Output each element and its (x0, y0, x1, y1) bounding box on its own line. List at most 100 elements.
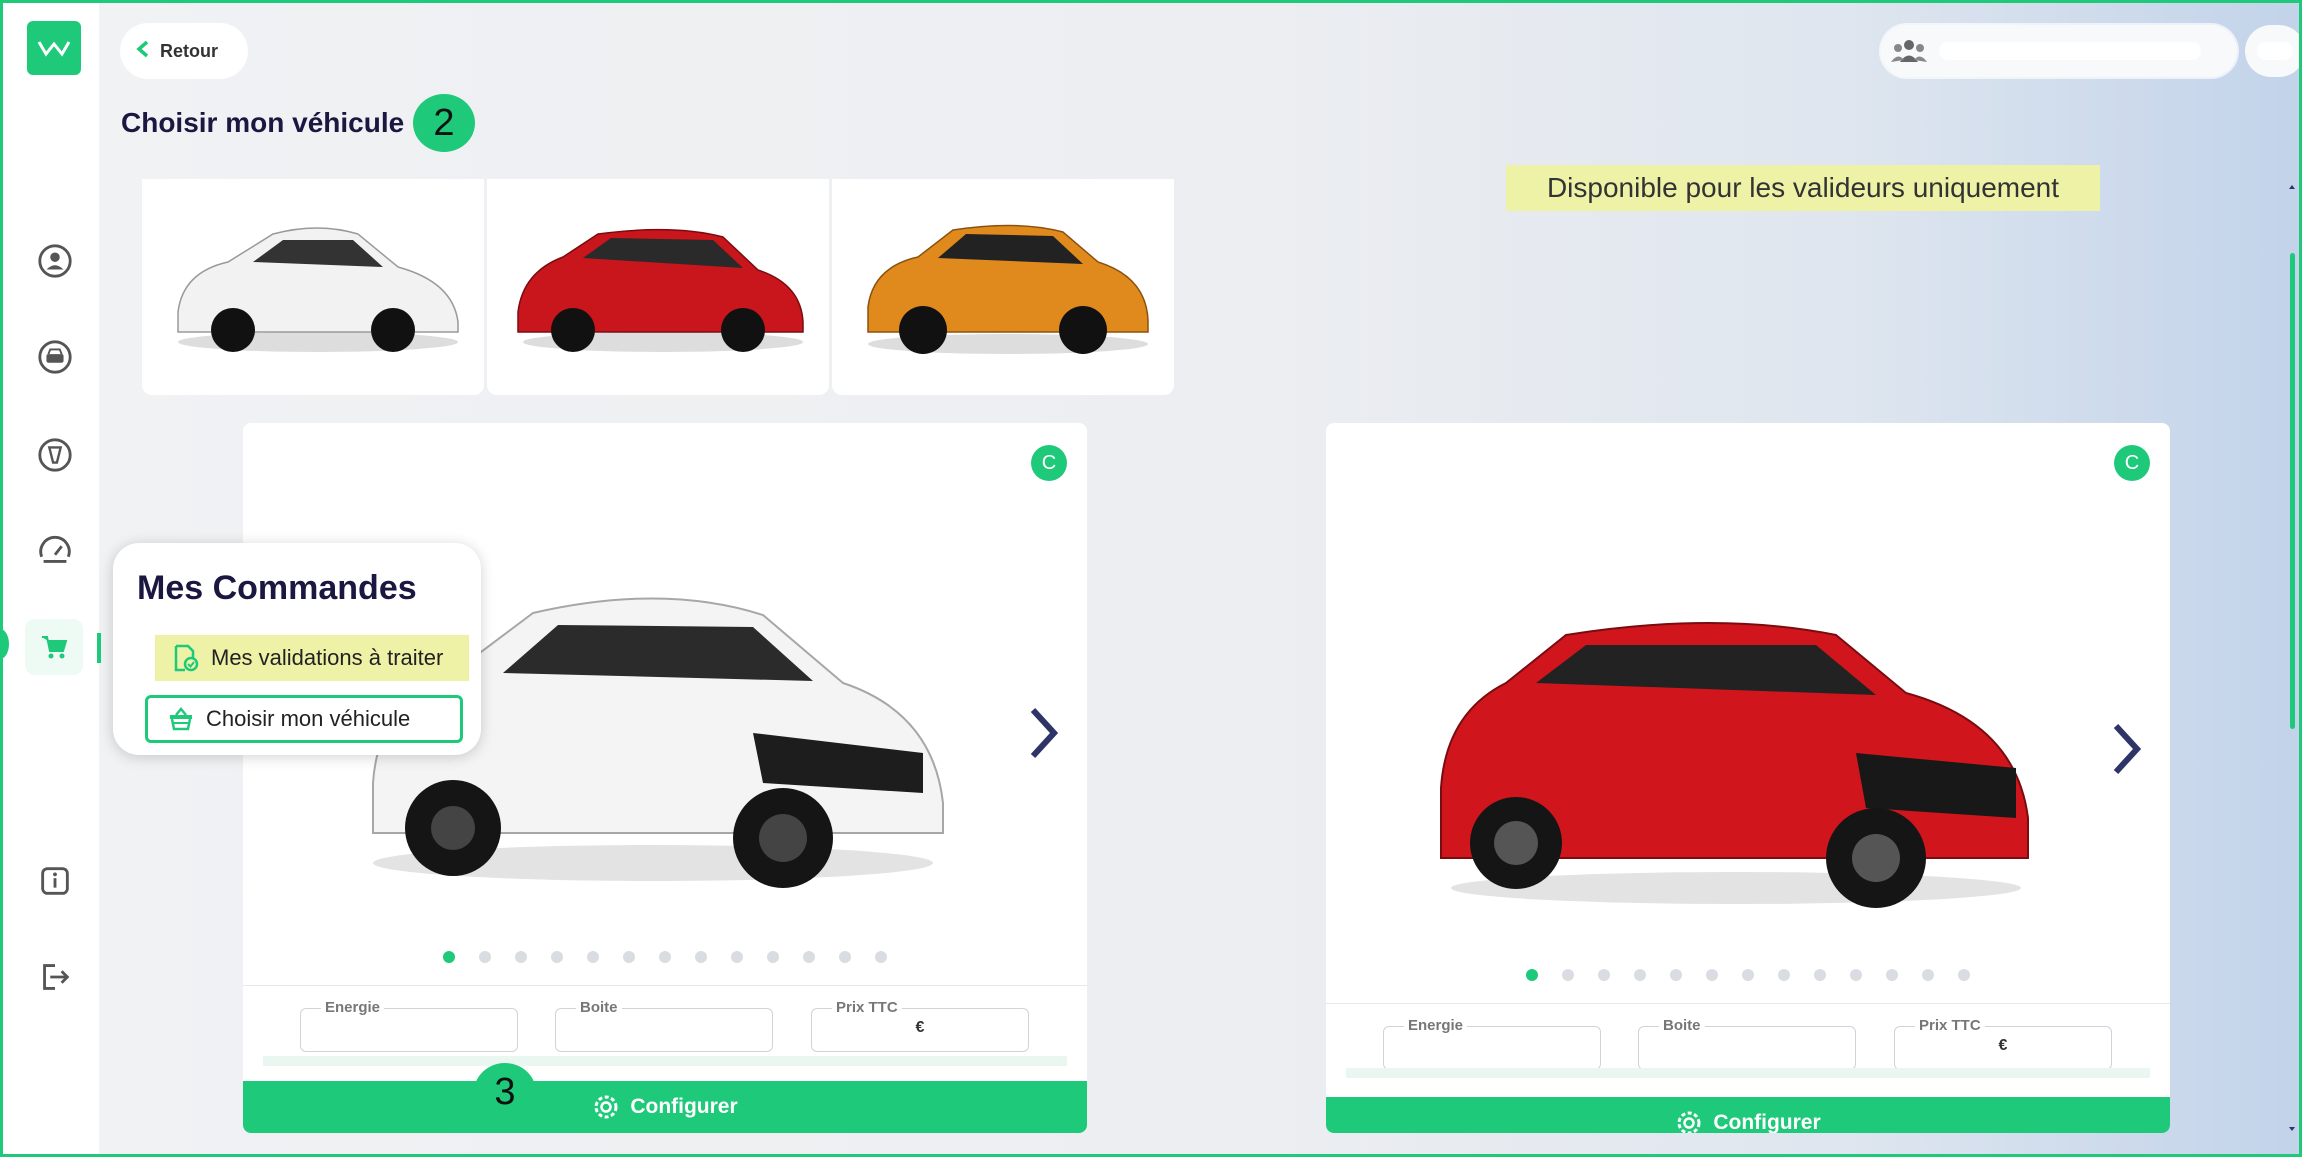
info-icon[interactable] (35, 861, 75, 901)
energie-field[interactable]: Energie (300, 999, 518, 1052)
prix-label: Prix TTC (832, 999, 902, 1016)
app-logo[interactable] (27, 21, 81, 75)
gear-icon (594, 1095, 618, 1119)
user-name-placeholder (1939, 42, 2201, 60)
car-icon[interactable] (35, 337, 75, 377)
category-badge: C (2114, 445, 2150, 481)
carousel-dot[interactable] (803, 951, 815, 963)
configure-label: Configurer (630, 1095, 738, 1118)
carousel-dot[interactable] (1670, 969, 1682, 981)
popover-title: Mes Commandes (137, 569, 417, 607)
carousel-dot[interactable] (1742, 969, 1754, 981)
app-frame: Retour Choisir mon véhicule 2 Disponible… (0, 0, 2302, 1157)
step-2-marker: 2 (413, 94, 475, 152)
page-title: Choisir mon véhicule (121, 107, 405, 138)
back-label: Retour (160, 40, 218, 61)
carousel-dot[interactable] (1598, 969, 1610, 981)
prix-value: € (915, 1019, 925, 1036)
user-selector[interactable] (1881, 25, 2237, 77)
active-indicator (97, 633, 101, 663)
vehicle-image (1416, 573, 2036, 913)
prix-label: Prix TTC (1915, 1017, 1985, 1034)
prix-field[interactable]: Prix TTC € (1894, 1017, 2112, 1070)
carousel-dot[interactable] (1886, 969, 1898, 981)
carousel-dot[interactable] (443, 951, 455, 963)
back-button[interactable]: Retour (120, 23, 248, 79)
carousel-dot[interactable] (515, 951, 527, 963)
vehicle-thumbnails (142, 179, 1174, 395)
user-circle-icon[interactable] (35, 241, 75, 281)
energie-field[interactable]: Energie (1383, 1017, 1601, 1070)
scrollbar-thumb[interactable] (2290, 253, 2295, 729)
basket-icon (170, 707, 192, 731)
carousel-dot[interactable] (1634, 969, 1646, 981)
boite-field[interactable]: Boite (1638, 1017, 1856, 1070)
next-image-button[interactable] (2106, 719, 2146, 779)
car-red-image (517, 228, 804, 352)
divider-strip (263, 1056, 1067, 1066)
vehicle-fields: Energie Boite Prix TTC € (1326, 1003, 2170, 1094)
carousel-dot[interactable] (1922, 969, 1934, 981)
orders-popover: Mes Commandes Mes validations à traiter … (113, 543, 481, 755)
tire-icon[interactable] (35, 435, 75, 475)
page-scrollbar[interactable] (2288, 183, 2296, 1133)
scroll-down-icon[interactable] (2288, 1125, 2296, 1133)
logout-icon[interactable] (35, 957, 75, 997)
carousel-dots (1326, 969, 2170, 981)
carousel-dot[interactable] (1814, 969, 1826, 981)
carousel-dot[interactable] (731, 951, 743, 963)
car-white-image (177, 227, 459, 352)
car-orange-image (867, 224, 1149, 354)
carousel-dot[interactable] (1562, 969, 1574, 981)
configure-button[interactable]: Configurer (243, 1081, 1087, 1133)
speedometer-icon[interactable] (35, 531, 75, 571)
vehicle-thumbnail[interactable] (832, 179, 1174, 395)
configure-label: Configurer (1713, 1111, 1821, 1133)
chevron-right-icon (1030, 707, 1058, 759)
carousel-dot[interactable] (1958, 969, 1970, 981)
account-menu-button[interactable] (2245, 25, 2299, 77)
prix-value: € (1998, 1037, 2008, 1054)
boite-label: Boite (1659, 1017, 1705, 1034)
carousel-dot[interactable] (1706, 969, 1718, 981)
carousel-dots (243, 951, 1087, 963)
document-check-icon (174, 644, 199, 672)
menu-item-label: Mes validations à traiter (211, 645, 444, 670)
carousel-dot[interactable] (1850, 969, 1862, 981)
energie-label: Energie (321, 999, 385, 1016)
validators-banner: Disponible pour les valideurs uniquement (1506, 165, 2100, 211)
gear-icon (1677, 1111, 1701, 1133)
carousel-dot[interactable] (551, 951, 563, 963)
configure-button[interactable]: Configurer (1326, 1097, 2170, 1133)
carousel-dot[interactable] (767, 951, 779, 963)
boite-label: Boite (576, 999, 622, 1016)
sidebar (3, 3, 101, 1154)
carousel-dot[interactable] (1526, 969, 1538, 981)
carousel-dot[interactable] (479, 951, 491, 963)
carousel-dot[interactable] (659, 951, 671, 963)
prix-field[interactable]: Prix TTC € (811, 999, 1029, 1052)
vehicle-card: C Energie Boite Prix TTC € Configurer (1326, 423, 2170, 1133)
divider-strip (1346, 1068, 2150, 1078)
users-icon (1889, 31, 1929, 71)
menu-item-choose-vehicle[interactable]: Choisir mon véhicule (145, 695, 463, 743)
vehicle-thumbnail[interactable] (142, 179, 484, 395)
carousel-dot[interactable] (587, 951, 599, 963)
category-badge: C (1031, 445, 1067, 481)
carousel-dot[interactable] (839, 951, 851, 963)
menu-item-validations[interactable]: Mes validations à traiter (155, 635, 469, 681)
vehicle-thumbnail[interactable] (487, 179, 829, 395)
carousel-dot[interactable] (875, 951, 887, 963)
scroll-up-icon[interactable] (2288, 183, 2296, 191)
step-3-marker: 3 (474, 1063, 536, 1121)
vehicle-card: C Energie Boite Prix TTC € Configurer (243, 423, 1087, 1133)
cart-nav-item[interactable] (25, 619, 83, 675)
carousel-dot[interactable] (623, 951, 635, 963)
menu-item-label: Choisir mon véhicule (206, 706, 411, 731)
next-image-button[interactable] (1023, 703, 1063, 763)
cart-icon (42, 636, 68, 659)
chevron-left-icon (136, 40, 150, 63)
carousel-dot[interactable] (1778, 969, 1790, 981)
carousel-dot[interactable] (695, 951, 707, 963)
boite-field[interactable]: Boite (555, 999, 773, 1052)
